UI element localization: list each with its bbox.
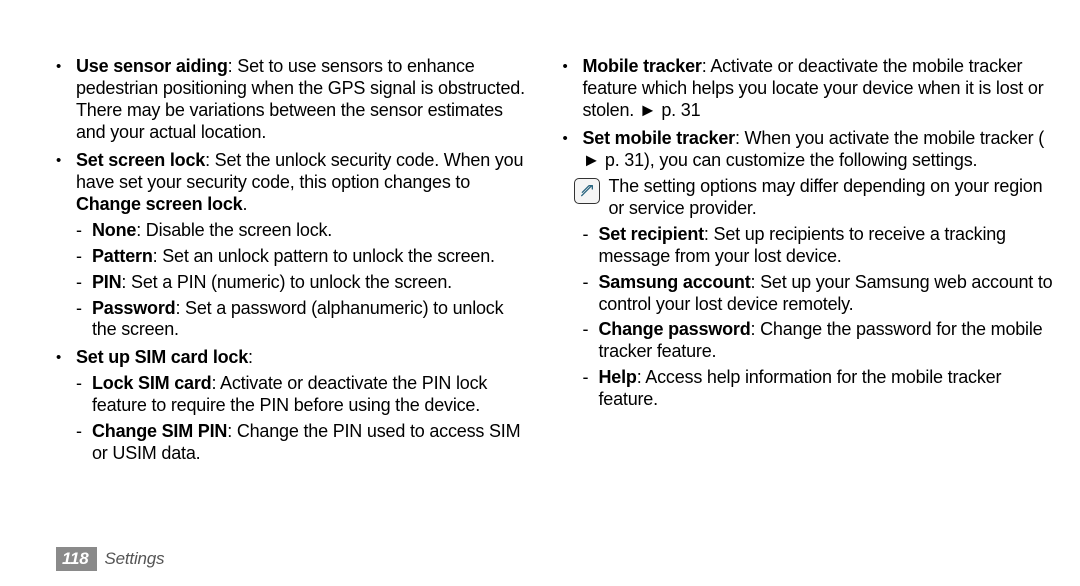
triangle-icon: ►	[639, 100, 657, 122]
subitem-change-password: - Change password: Change the password f…	[562, 319, 1058, 363]
item-text: Use sensor aiding: Set to use sensors to…	[76, 56, 532, 144]
sub-bold: Help	[598, 367, 636, 387]
dash-icon: -	[76, 298, 92, 320]
dash-icon: -	[582, 224, 598, 246]
item-text: Set up SIM card lock:	[76, 347, 532, 369]
item-bold: Set screen lock	[76, 150, 205, 170]
note-icon	[574, 178, 600, 204]
subitem-text: Password: Set a password (alphanumeric) …	[92, 298, 532, 342]
subitem-password: - Password: Set a password (alphanumeric…	[56, 298, 532, 342]
sub-rest: : Set a PIN (numeric) to unlock the scre…	[121, 272, 452, 292]
subitem-text: Help: Access help information for the mo…	[598, 367, 1058, 411]
sub-bold: Lock SIM card	[92, 373, 211, 393]
note-row: The setting options may differ depending…	[562, 176, 1058, 220]
left-column: • Use sensor aiding: Set to use sensors …	[56, 56, 532, 544]
dash-icon: -	[76, 220, 92, 242]
subitem-text: Samsung account: Set up your Samsung web…	[598, 272, 1058, 316]
bullet-icon: •	[562, 56, 582, 76]
page-body: • Use sensor aiding: Set to use sensors …	[56, 56, 1058, 544]
item-rest: : When you activate the mobile tracker (	[735, 128, 1044, 148]
sub-bold: Pattern	[92, 246, 153, 266]
subitem-text: Set recipient: Set up recipients to rece…	[598, 224, 1058, 268]
item-rest2: p. 31	[661, 100, 700, 120]
item-rest2: .	[242, 194, 247, 214]
item-bold: Set up SIM card lock	[76, 347, 248, 367]
subitem-text: Change SIM PIN: Change the PIN used to a…	[92, 421, 532, 465]
dash-icon: -	[76, 421, 92, 443]
item-use-sensor-aiding: • Use sensor aiding: Set to use sensors …	[56, 56, 532, 144]
subitem-pin: - PIN: Set a PIN (numeric) to unlock the…	[56, 272, 532, 294]
dash-icon: -	[76, 373, 92, 395]
sub-bold: None	[92, 220, 136, 240]
item-rest-inline: p. 31), you can customize the following …	[600, 150, 977, 170]
subitem-set-recipient: - Set recipient: Set up recipients to re…	[562, 224, 1058, 268]
sub-bold: PIN	[92, 272, 121, 292]
dash-icon: -	[76, 272, 92, 294]
item-bold: Set mobile tracker	[582, 128, 734, 148]
sub-bold: Samsung account	[598, 272, 750, 292]
sub-bold: Set recipient	[598, 224, 703, 244]
dash-icon: -	[582, 272, 598, 294]
page-number: 118	[56, 547, 97, 572]
sub-rest: : Disable the screen lock.	[136, 220, 332, 240]
item-mobile-tracker: • Mobile tracker: Activate or deactivate…	[562, 56, 1058, 122]
item-set-mobile-tracker: • Set mobile tracker: When you activate …	[562, 128, 1058, 172]
item-text: Mobile tracker: Activate or deactivate t…	[582, 56, 1058, 122]
dash-icon: -	[582, 319, 598, 341]
subitem-pattern: - Pattern: Set an unlock pattern to unlo…	[56, 246, 532, 268]
subitem-lock-sim-card: - Lock SIM card: Activate or deactivate …	[56, 373, 532, 417]
item-bold2: Change screen lock	[76, 194, 242, 214]
item-text: Set screen lock: Set the unlock security…	[76, 150, 532, 216]
item-bold: Mobile tracker	[582, 56, 701, 76]
item-rest: :	[248, 347, 253, 367]
sub-bold: Change password	[598, 319, 750, 339]
bullet-icon: •	[56, 56, 76, 76]
item-bold: Use sensor aiding	[76, 56, 228, 76]
item-set-up-sim-card-lock: • Set up SIM card lock:	[56, 347, 532, 369]
item-set-screen-lock: • Set screen lock: Set the unlock securi…	[56, 150, 532, 216]
subitem-change-sim-pin: - Change SIM PIN: Change the PIN used to…	[56, 421, 532, 465]
subitem-none: - None: Disable the screen lock.	[56, 220, 532, 242]
dash-icon: -	[76, 246, 92, 268]
subitem-help: - Help: Access help information for the …	[562, 367, 1058, 411]
sub-bold: Change SIM PIN	[92, 421, 227, 441]
sub-rest: : Access help information for the mobile…	[598, 367, 1001, 409]
subitem-text: PIN: Set a PIN (numeric) to unlock the s…	[92, 272, 532, 294]
footer-section-title: Settings	[105, 549, 165, 570]
subitem-text: None: Disable the screen lock.	[92, 220, 532, 242]
subitem-text: Lock SIM card: Activate or deactivate th…	[92, 373, 532, 417]
note-text: The setting options may differ depending…	[608, 176, 1058, 220]
sub-rest: : Set an unlock pattern to unlock the sc…	[153, 246, 495, 266]
right-column: • Mobile tracker: Activate or deactivate…	[562, 56, 1058, 544]
page-footer: 118 Settings	[56, 546, 164, 572]
subitem-samsung-account: - Samsung account: Set up your Samsung w…	[562, 272, 1058, 316]
subitem-text: Change password: Change the password for…	[598, 319, 1058, 363]
bullet-icon: •	[56, 150, 76, 170]
dash-icon: -	[582, 367, 598, 389]
sub-bold: Password	[92, 298, 175, 318]
subitem-text: Pattern: Set an unlock pattern to unlock…	[92, 246, 532, 268]
bullet-icon: •	[562, 128, 582, 148]
triangle-icon: ►	[582, 150, 600, 172]
bullet-icon: •	[56, 347, 76, 367]
item-text: Set mobile tracker: When you activate th…	[582, 128, 1058, 172]
